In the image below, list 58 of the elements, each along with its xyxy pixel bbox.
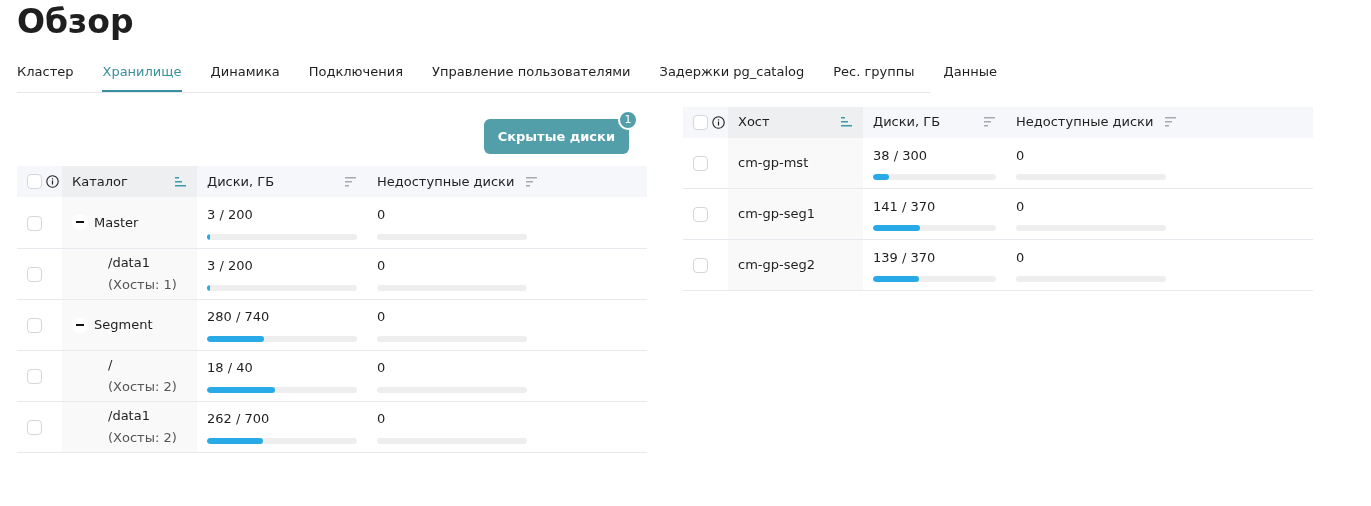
disk-usage-text: 0 — [377, 257, 387, 276]
host-count: (Хосты: 2) — [108, 378, 178, 396]
disk-usage-text: 262 / 700 — [207, 410, 271, 429]
sort-icon[interactable] — [526, 176, 539, 187]
disk-usage-text: 0 — [1016, 197, 1026, 216]
group-name: Master — [94, 213, 139, 232]
column-header[interactable]: Хост — [738, 112, 770, 132]
checkbox[interactable] — [27, 174, 42, 189]
disk-usage-text: 280 / 740 — [207, 308, 271, 327]
host-name: cm-gp-seg1 — [738, 205, 815, 224]
tab[interactable]: Управление пользователями — [432, 62, 631, 92]
disk-usage-text: 0 — [377, 206, 387, 224]
tab[interactable]: Динамика — [210, 62, 280, 92]
sort-icon[interactable] — [345, 176, 357, 187]
disk-usage-text: 0 — [377, 410, 387, 429]
checkbox[interactable] — [27, 317, 42, 333]
path-name: / — [108, 355, 114, 374]
checkbox[interactable] — [27, 368, 42, 384]
sort-icon[interactable] — [841, 117, 853, 127]
collapse-toggle[interactable] — [72, 316, 88, 333]
checkbox[interactable] — [27, 419, 42, 435]
path-name: /data1 — [108, 253, 151, 272]
host-count: (Хосты: 2) — [108, 429, 178, 447]
sort-icon[interactable] — [984, 117, 996, 127]
checkbox[interactable] — [693, 258, 708, 274]
path-name: /data1 — [108, 406, 151, 425]
disk-usage-text: 0 — [377, 359, 387, 378]
disk-usage-text: 18 / 40 — [207, 359, 254, 378]
disk-usage-text: 38 / 300 — [873, 146, 928, 165]
host-count: (Хосты: 1) — [108, 276, 178, 294]
info-icon — [46, 175, 59, 188]
disk-usage-text: 0 — [1016, 248, 1026, 267]
host-name: cm-gp-mst — [738, 154, 809, 172]
info-icon — [712, 115, 725, 129]
group-name: Segment — [94, 315, 153, 334]
collapse-toggle[interactable] — [72, 214, 88, 231]
checkbox[interactable] — [27, 266, 42, 282]
disk-usage-text: 3 / 200 — [207, 257, 254, 276]
sort-icon[interactable] — [175, 176, 187, 187]
disk-usage-text: 0 — [1016, 146, 1026, 165]
checkbox[interactable] — [693, 114, 708, 130]
tab[interactable]: Кластер — [17, 62, 74, 92]
host-name: cm-gp-seg2 — [738, 256, 815, 275]
page-title: Обзор — [17, 1, 135, 38]
sort-icon[interactable] — [1165, 117, 1178, 127]
checkbox[interactable] — [693, 156, 708, 171]
tab[interactable]: Подключения — [308, 62, 403, 92]
checkbox[interactable] — [693, 207, 708, 223]
disk-usage-text: 139 / 370 — [873, 248, 937, 267]
tab[interactable]: Хранилище — [102, 62, 182, 92]
tab[interactable]: Рес. группы — [833, 62, 915, 92]
count-badge: 1 — [618, 109, 638, 130]
checkbox[interactable] — [27, 215, 42, 231]
tab[interactable]: Данные — [943, 62, 997, 92]
disk-usage-text: 141 / 370 — [873, 197, 937, 216]
disk-usage-text: 0 — [377, 308, 387, 327]
disk-usage-text: 3 / 200 — [207, 206, 254, 224]
tab[interactable]: Задержки pg_catalog — [659, 62, 805, 92]
